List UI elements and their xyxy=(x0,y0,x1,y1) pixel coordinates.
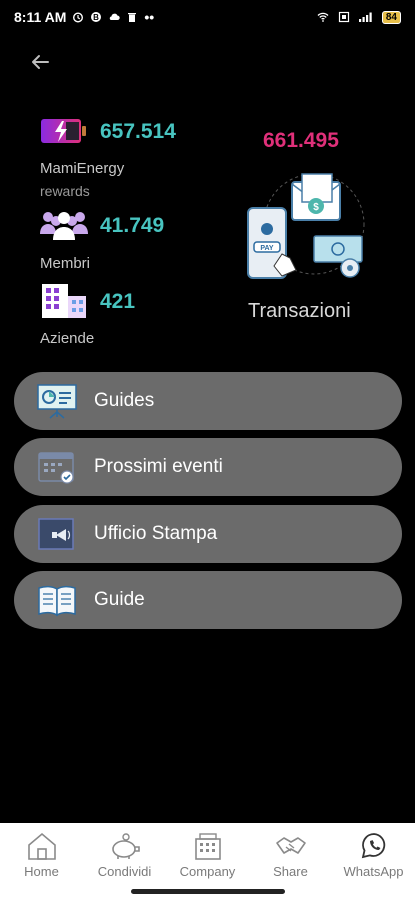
presentation-board-icon xyxy=(37,384,77,419)
signal-icon xyxy=(358,12,372,22)
calendar-check-icon xyxy=(38,452,74,484)
piggy-bank-icon xyxy=(111,833,140,859)
members-label: Membri xyxy=(40,255,91,272)
payment-transactions-icon: PAY $ xyxy=(247,173,365,279)
menu-item-label: Guides xyxy=(94,390,155,411)
menu-item-prossimi-eventi[interactable]: Prossimi eventi xyxy=(14,438,402,496)
home-indicator xyxy=(131,889,285,894)
trash-icon xyxy=(128,13,137,22)
energy-sublabel: rewards xyxy=(40,183,90,199)
energy-label: MamiEnergy xyxy=(40,160,125,177)
menu-item-guides[interactable]: Guides xyxy=(14,372,402,430)
svg-text:PAY: PAY xyxy=(260,245,274,252)
menu-item-ufficio-stampa[interactable]: Ufficio Stampa xyxy=(14,505,402,563)
members-value: 41.749 xyxy=(100,214,165,237)
notification-icon: B xyxy=(91,12,102,22)
energy-value: 657.514 xyxy=(100,120,176,143)
menu-item-label: Prossimi eventi xyxy=(94,456,223,477)
status-time: 8:11 AM xyxy=(14,9,67,25)
battery-energy-icon xyxy=(41,119,86,143)
more-dots-icon: •• xyxy=(144,9,155,25)
press-megaphone-icon xyxy=(38,518,74,550)
transactions-label: Transazioni xyxy=(248,300,351,322)
menu-item-label: Guide xyxy=(94,589,145,610)
menu-item-guide[interactable]: Guide xyxy=(14,571,402,629)
open-book-icon xyxy=(38,585,76,617)
handshake-icon xyxy=(275,837,306,854)
battery-icon: 84 xyxy=(381,10,401,24)
people-group-icon xyxy=(40,212,88,240)
nav-label: WhatsApp xyxy=(343,864,404,879)
companies-value: 421 xyxy=(100,290,136,313)
home-icon xyxy=(27,832,56,860)
menu-item-label: Ufficio Stampa xyxy=(94,523,218,544)
companies-label: Aziende xyxy=(40,330,95,347)
status-bar: 8:11 AM B •• 84 xyxy=(0,0,415,34)
transactions-value: 661.495 xyxy=(263,129,339,152)
nav-label: Home xyxy=(24,864,59,879)
svg-text:B: B xyxy=(94,13,100,22)
whatsapp-icon xyxy=(361,833,385,859)
cloud-icon xyxy=(110,13,121,20)
nav-item-whatsapp[interactable]: WhatsApp xyxy=(332,823,415,900)
wifi-icon xyxy=(317,12,329,22)
building-icon xyxy=(194,833,221,860)
nav-label: Condividi xyxy=(97,864,152,879)
nav-label: Share xyxy=(273,864,308,879)
alarm-icon xyxy=(73,12,84,23)
nav-label: Company xyxy=(179,864,236,879)
nav-item-home[interactable]: Home xyxy=(0,823,83,900)
back-arrow-icon[interactable] xyxy=(28,50,52,74)
sim-icon xyxy=(338,11,349,23)
office-building-icon xyxy=(42,284,86,318)
svg-text:$: $ xyxy=(313,202,319,213)
